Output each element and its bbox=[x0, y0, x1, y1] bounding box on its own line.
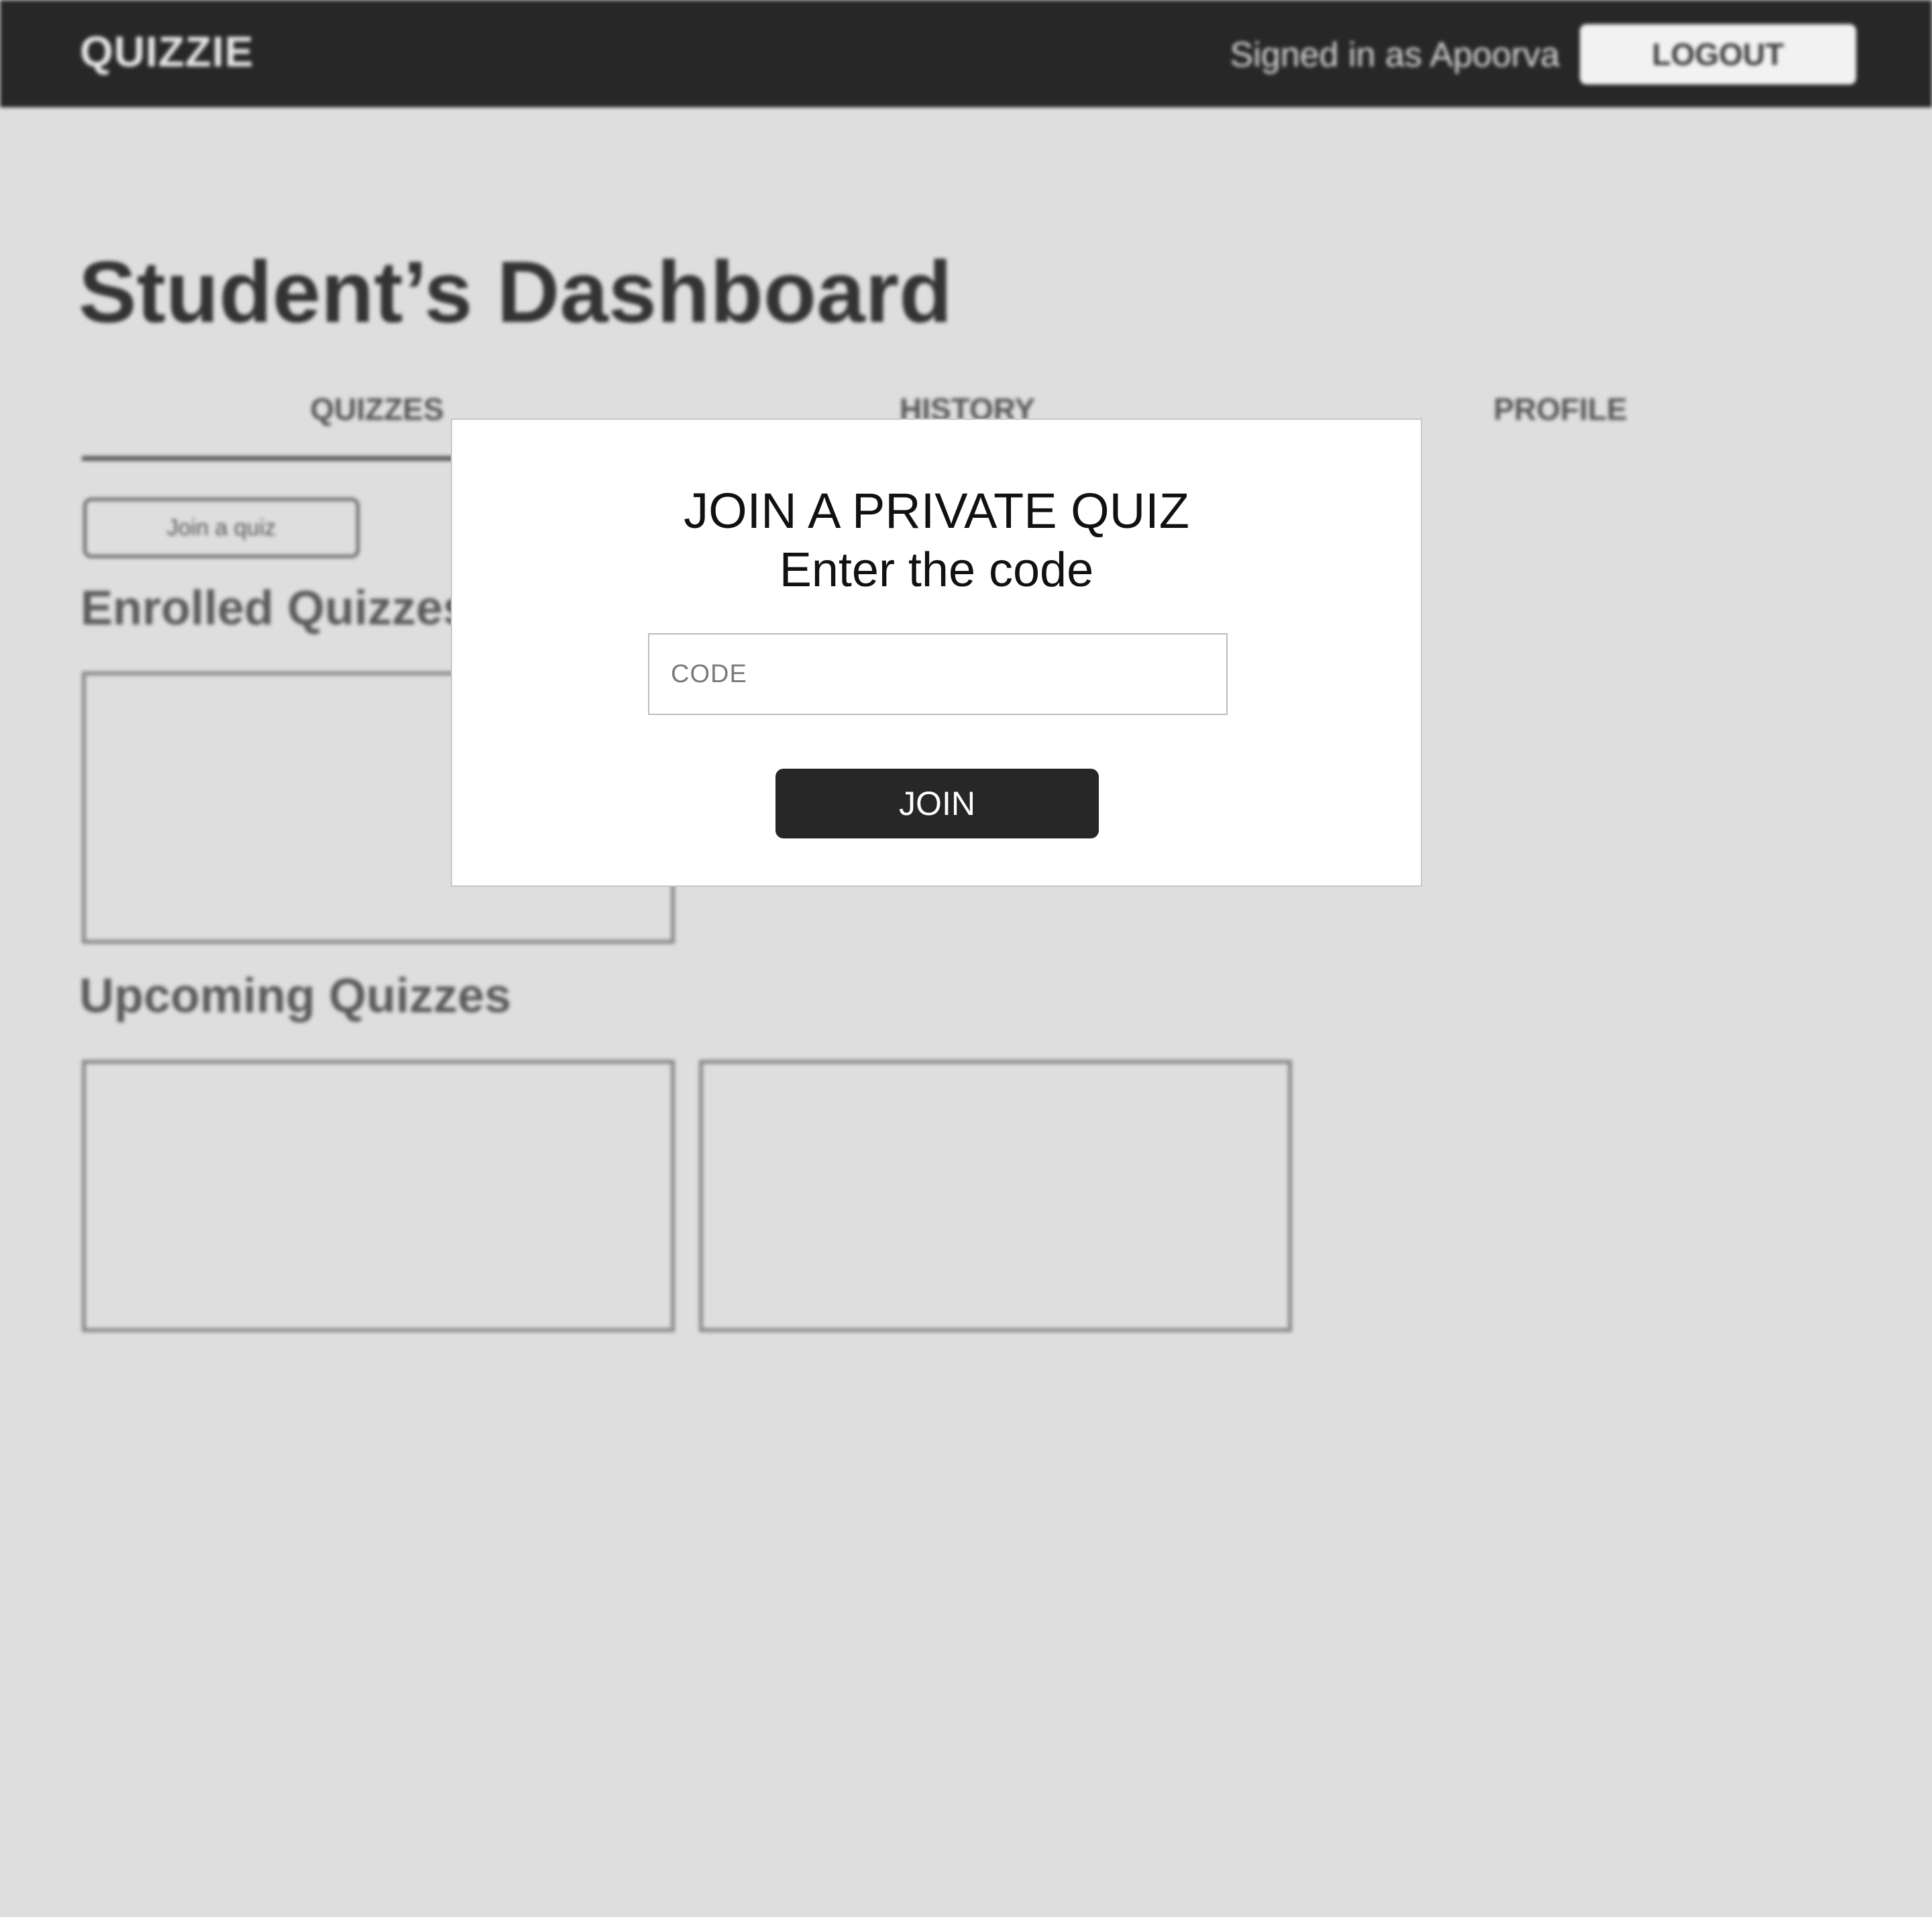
dashboard-background: QUIZZIE Signed in as Apoorva LOGOUT Stud… bbox=[0, 0, 1932, 1917]
brand-logo[interactable]: QUIZZIE bbox=[80, 27, 254, 76]
signed-in-text: Signed in as Apoorva bbox=[1230, 36, 1560, 74]
upcoming-quizzes-heading: Upcoming Quizzes bbox=[79, 969, 512, 1023]
modal-subtitle: Enter the code bbox=[779, 543, 1094, 597]
code-input[interactable] bbox=[648, 633, 1228, 715]
top-navbar: QUIZZIE Signed in as Apoorva LOGOUT bbox=[0, 0, 1932, 107]
logout-button[interactable]: LOGOUT bbox=[1580, 24, 1856, 85]
join-button[interactable]: JOIN bbox=[775, 769, 1099, 838]
page-title: Student’s Dashboard bbox=[78, 243, 953, 341]
join-private-quiz-modal: JOIN A PRIVATE QUIZ Enter the code JOIN bbox=[451, 419, 1422, 887]
modal-title: JOIN A PRIVATE QUIZ bbox=[684, 483, 1189, 539]
upcoming-quiz-card[interactable] bbox=[82, 1060, 675, 1332]
join-a-quiz-button[interactable]: Join a quiz bbox=[83, 498, 360, 558]
upcoming-quiz-card[interactable] bbox=[699, 1060, 1292, 1332]
enrolled-quizzes-heading: Enrolled Quizzes bbox=[80, 582, 470, 635]
